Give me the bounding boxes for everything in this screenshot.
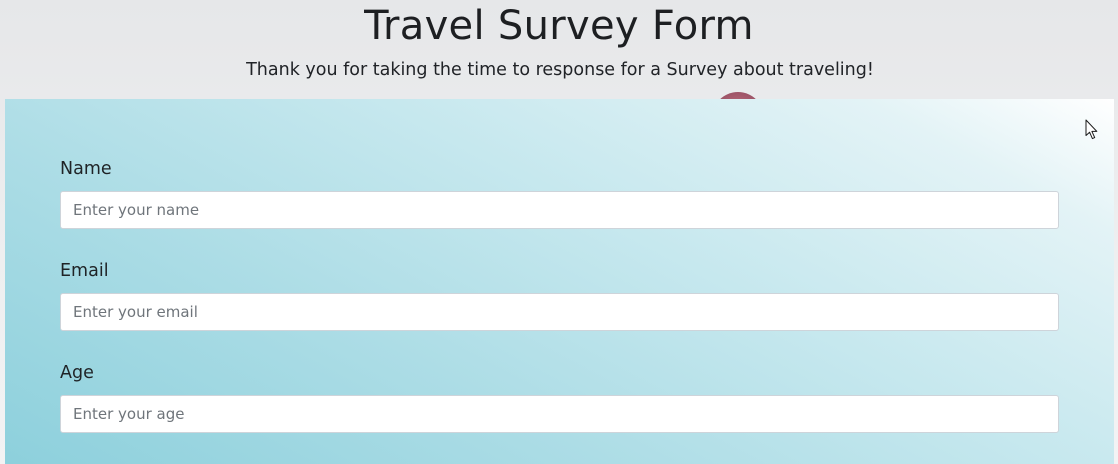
age-label: Age bbox=[60, 363, 94, 383]
email-field-group: Email bbox=[60, 259, 1059, 331]
name-field-group: Name bbox=[60, 157, 1059, 229]
email-label: Email bbox=[60, 261, 109, 281]
name-input[interactable] bbox=[60, 191, 1059, 229]
age-field-group: Age bbox=[60, 361, 1059, 433]
page-title: Travel Survey Form bbox=[364, 3, 754, 49]
mouse-pointer-icon bbox=[1085, 119, 1098, 140]
name-label: Name bbox=[60, 159, 112, 179]
email-input[interactable] bbox=[60, 293, 1059, 331]
age-input[interactable] bbox=[60, 395, 1059, 433]
survey-form: Name Email Age bbox=[5, 99, 1114, 464]
page-header: Travel Survey Form Thank you for taking … bbox=[0, 0, 1118, 99]
page-description: Thank you for taking the time to respons… bbox=[246, 60, 874, 80]
